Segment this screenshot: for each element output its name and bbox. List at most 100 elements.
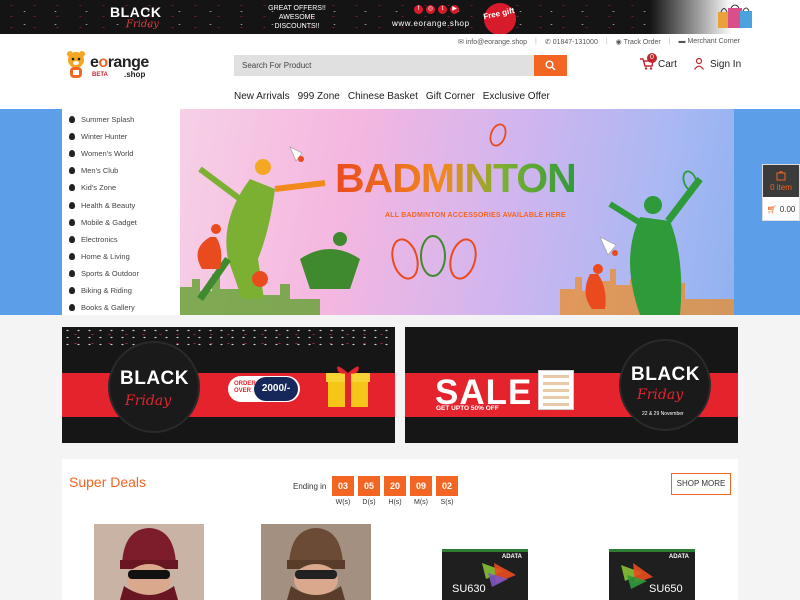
cart-button[interactable]: 0 Cart (640, 53, 677, 70)
category-kids-zone[interactable]: Kid's Zone (62, 179, 180, 196)
hero-title: BADMINTON (335, 155, 577, 201)
category-books-gallery[interactable]: Books & Gallery (62, 299, 180, 316)
product-ssd-su650[interactable]: ADATA SU650 (609, 549, 695, 600)
confetti-decoration (62, 327, 395, 349)
category-summer-splash[interactable]: Summer Splash (62, 111, 180, 128)
hero-banner[interactable]: BADMINTON ALL BADMINTON ACCESSORIES AVAI… (180, 109, 734, 315)
category-biking-riding[interactable]: Biking & Riding (62, 282, 180, 299)
category-icon (69, 269, 75, 277)
order-over-pill: ORDER OVER 2000/- (228, 376, 300, 402)
countdown-days: 05 D(s) (358, 476, 380, 506)
instagram-icon: ◎ (426, 5, 435, 14)
category-winter-hunter[interactable]: Winter Hunter (62, 128, 180, 145)
countdown-minutes: 09 M(s) (410, 476, 432, 506)
logo-letter-o: o (98, 54, 108, 71)
category-label: Summer Splash (81, 115, 135, 125)
mail-icon: ✉ (457, 39, 464, 46)
sign-in-button[interactable]: Sign In (694, 58, 741, 70)
nav-exclusive-offer[interactable]: Exclusive Offer (483, 91, 550, 102)
category-mens-club[interactable]: Men's Club (62, 162, 180, 179)
category-icon (69, 167, 75, 175)
category-womens-world[interactable]: Women's World (62, 145, 180, 162)
mini-cart-items: 0 item (770, 183, 792, 192)
category-icon (69, 201, 75, 209)
nav-new-arrivals[interactable]: New Arrivals (234, 91, 290, 102)
divider: | (605, 38, 608, 45)
beanie-product-image (94, 524, 204, 600)
email-text: info@eorange.shop (465, 39, 528, 46)
sale-subtitle: GET UPTO 50% OFF (436, 405, 499, 412)
category-label: Books & Gallery (81, 303, 135, 313)
category-icon (69, 150, 75, 158)
order-over-label: ORDER OVER (234, 381, 256, 395)
card-icon: ▬ (678, 38, 686, 45)
promo-social-icons: f ◎ t ▶ (414, 5, 459, 14)
search-button[interactable] (534, 55, 567, 76)
category-label: Biking & Riding (81, 285, 132, 295)
facebook-icon: f (414, 5, 423, 14)
countdown-value: 09 (410, 476, 432, 496)
black-friday-sale-banner[interactable]: SALE GET UPTO 50% OFF BLACK Friday 22 & … (405, 327, 738, 443)
shopping-bags-icon (718, 4, 752, 28)
category-mobile-gadget[interactable]: Mobile & Gadget (62, 214, 180, 231)
bf-friday-text: Friday (637, 387, 684, 403)
youtube-icon: ▶ (450, 5, 459, 14)
category-icon (69, 133, 75, 141)
bf-black-text: BLACK (631, 364, 700, 385)
divider: | (535, 38, 537, 45)
category-label: Sports & Outdoor (81, 268, 139, 278)
mini-cart-total: 0.00 (779, 204, 796, 214)
eye-icon: ◉ (615, 39, 622, 46)
ssd-model: SU630 (452, 583, 486, 595)
beta-label: BETA (92, 72, 108, 78)
black-friday-order-banner[interactable]: BLACK Friday ORDER OVER 2000/- (62, 327, 395, 443)
sign-in-label: Sign In (710, 58, 742, 70)
product-winter-cap-2[interactable] (261, 524, 371, 600)
category-health-beauty[interactable]: Health & Beauty (62, 196, 180, 213)
order-amount: 2000/- (254, 377, 298, 401)
gift-box-icon (326, 366, 370, 407)
countdown-unit: M(s) (414, 499, 428, 506)
category-icon (69, 304, 75, 312)
countdown-unit: W(s) (335, 499, 351, 506)
countdown-unit: S(s) (440, 499, 454, 506)
phone-text: 01847-131000 (552, 39, 598, 46)
shop-more-button[interactable]: SHOP MORE (671, 473, 731, 495)
category-sports-outdoor[interactable]: Sports & Outdoor (62, 265, 180, 282)
merchant-corner-link[interactable]: ▬ Merchant Corner (679, 38, 740, 46)
countdown-hours: 20 H(s) (384, 476, 406, 506)
countdown-unit: D(s) (362, 499, 376, 506)
search-input[interactable] (234, 55, 534, 76)
mini-cart-header: 0 item (763, 165, 799, 197)
nav-chinese-basket[interactable]: Chinese Basket (348, 91, 418, 102)
email-link[interactable]: ✉ info@eorange.shop (458, 38, 527, 46)
logo-letters-range: range (107, 54, 150, 71)
category-electronics[interactable]: Electronics (62, 231, 180, 248)
category-label: Home & Living (81, 251, 130, 261)
search-icon (545, 60, 556, 71)
promo-banner[interactable]: BLACK Friday GREAT OFFERS!! AWESOME DISC… (0, 0, 800, 34)
category-icon (69, 116, 75, 124)
product-ssd-su630[interactable]: ADATA SU630 (442, 549, 528, 600)
cart-label: Cart (658, 58, 677, 70)
track-order-link[interactable]: ◉ Track Order (616, 38, 661, 46)
nav-999-zone[interactable]: 999 Zone (298, 91, 340, 102)
order-label: ORDER (234, 381, 256, 387)
countdown-value: 20 (384, 476, 406, 496)
top-links: ✉ info@eorange.shop | ✆ 01847-131000 | ◉… (458, 38, 740, 46)
category-home-living[interactable]: Home & Living (62, 248, 180, 265)
site-header: ✉ info@eorange.shop | ✆ 01847-131000 | ◉… (0, 34, 800, 109)
site-logo[interactable]: eorange BETA .shop (64, 50, 164, 84)
countdown-timer: 03 W(s) 05 D(s) 20 H(s) 09 M(s) 02 S(s) (332, 476, 458, 506)
product-winter-cap-1[interactable] (94, 524, 204, 600)
phone-link[interactable]: ✆ 01847-131000 (545, 38, 598, 46)
promo-black-text: BLACK (110, 4, 162, 20)
mini-cart-widget[interactable]: 0 item 🛒︎ 0.00 (762, 164, 800, 221)
category-label: Electronics (81, 234, 118, 244)
category-label: Mobile & Gadget (81, 217, 137, 227)
track-order-text: Track Order (623, 39, 661, 46)
merchant-corner-text: Merchant Corner (687, 38, 740, 45)
category-icon (69, 184, 75, 192)
nav-gift-corner[interactable]: Gift Corner (426, 91, 475, 102)
category-label: Women's World (81, 149, 134, 159)
